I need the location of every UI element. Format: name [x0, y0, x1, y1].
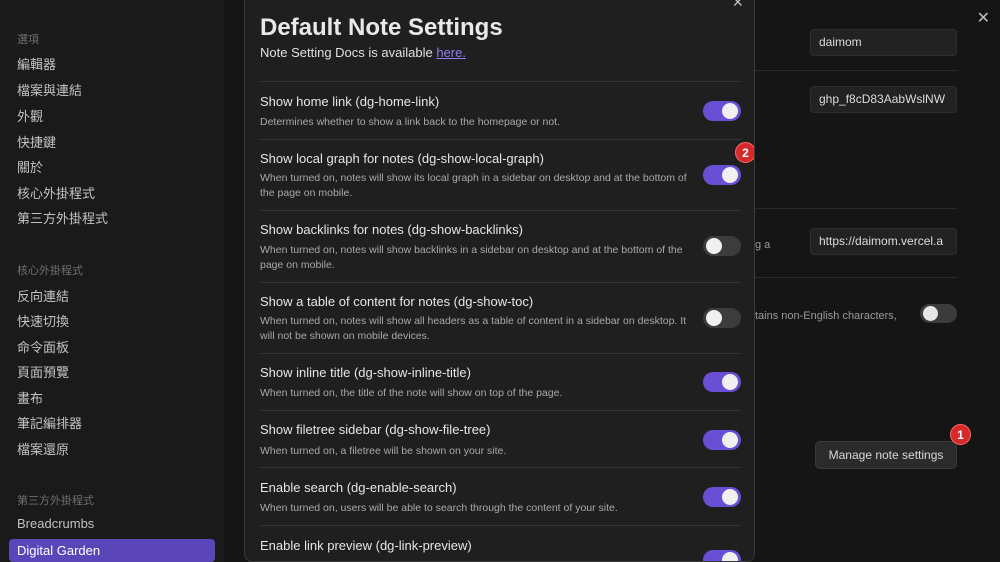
modal-title: Default Note Settings	[260, 14, 503, 41]
toggle-knob	[722, 552, 738, 561]
setting-name: Show local graph for notes (dg-show-loca…	[260, 151, 544, 166]
github-username-input[interactable]: daimom	[810, 29, 957, 56]
divider	[755, 208, 957, 209]
toggle-knob	[722, 103, 738, 119]
setting-row-file-tree: Show filetree sidebar (dg-show-file-tree…	[260, 410, 741, 467]
setting-description: When turned on, the title of the note wi…	[260, 387, 563, 399]
docs-link[interactable]: here.	[436, 45, 466, 60]
setting-row-search: Enable search (dg-enable-search) When tu…	[260, 467, 741, 525]
setting-row-inline-title: Show inline title (dg-show-inline-title)…	[260, 353, 741, 410]
setting-description: Determines whether to show a link back t…	[260, 116, 560, 128]
setting-name: Show inline title (dg-show-inline-title)	[260, 365, 471, 380]
docs-text: Note Setting Docs is available	[260, 45, 437, 60]
annotation-badge-1: 1	[950, 424, 971, 445]
sidebar-item-hotkeys[interactable]: 快捷鍵	[17, 132, 56, 151]
settings-sidebar: 選項 編輯器 檔案與連結 外觀 快捷鍵 關於 核心外掛程式 第三方外掛程式 核心…	[0, 0, 224, 562]
toggle-knob	[722, 374, 738, 390]
group-community-heading: 第三方外掛程式	[17, 495, 94, 507]
setting-name: Enable search (dg-enable-search)	[260, 480, 457, 495]
setting-description: When turned on, a filetree will be shown…	[260, 445, 507, 457]
setting-row-home-link: Show home link (dg-home-link) Determines…	[260, 81, 741, 139]
github-token-input[interactable]: ghp_f8cD83AabWslNW	[810, 86, 957, 113]
setting-description: When turned on, notes will show its loca…	[260, 172, 687, 199]
toggle-knob	[706, 238, 722, 254]
group-options-heading: 選項	[17, 34, 39, 46]
sidebar-item-quick-switcher[interactable]: 快速切換	[17, 311, 69, 330]
sidebar-item-file-recovery[interactable]: 檔案還原	[17, 439, 69, 458]
base-url-input[interactable]: https://daimom.vercel.a	[810, 228, 957, 255]
backlinks-toggle[interactable]	[703, 236, 741, 256]
setting-name: Show a table of content for notes (dg-sh…	[260, 294, 534, 309]
setting-row-backlinks: Show backlinks for notes (dg-show-backli…	[260, 210, 741, 282]
manage-note-settings-button[interactable]: Manage note settings	[815, 441, 957, 469]
partial-description: tains non-English characters,	[755, 310, 897, 322]
divider	[755, 70, 957, 71]
modal-close-icon[interactable]: ✕	[732, 0, 744, 11]
annotation-badge-2: 2	[735, 142, 754, 163]
sidebar-item-core-plugins[interactable]: 核心外掛程式	[17, 183, 95, 202]
search-toggle[interactable]	[703, 487, 741, 507]
sidebar-item-digital-garden[interactable]: Digital Garden	[9, 539, 215, 562]
setting-name: Show filetree sidebar (dg-show-file-tree…	[260, 422, 491, 437]
sidebar-item-appearance[interactable]: 外觀	[17, 106, 43, 125]
link-preview-toggle[interactable]	[703, 550, 741, 561]
local-graph-toggle[interactable]	[703, 165, 741, 185]
sidebar-item-files-links[interactable]: 檔案與連結	[17, 80, 82, 99]
sidebar-item-command-palette[interactable]: 命令面板	[17, 337, 69, 356]
sidebar-item-canvas[interactable]: 畫布	[17, 388, 43, 407]
setting-name: Show home link (dg-home-link)	[260, 94, 440, 109]
setting-description: When turned on, notes will show backlink…	[260, 244, 683, 271]
partial-description: g a	[755, 239, 771, 251]
setting-row-toc: Show a table of content for notes (dg-sh…	[260, 282, 741, 353]
divider	[755, 277, 957, 278]
sidebar-item-breadcrumbs[interactable]: Breadcrumbs	[17, 516, 94, 531]
setting-row-link-preview: Enable link preview (dg-link-preview)	[260, 525, 741, 561]
sidebar-item-page-preview[interactable]: 頁面預覽	[17, 362, 69, 381]
sidebar-item-community-plugins[interactable]: 第三方外掛程式	[17, 208, 108, 227]
setting-description: When turned on, users will be able to se…	[260, 502, 618, 514]
sidebar-item-about[interactable]: 關於	[17, 157, 43, 176]
close-icon[interactable]: ✕	[977, 8, 990, 28]
default-note-settings-modal: ✕ Default Note Settings Note Setting Doc…	[244, 0, 755, 562]
sidebar-item-backlinks[interactable]: 反向連結	[17, 286, 69, 305]
sidebar-item-editor[interactable]: 編輯器	[17, 54, 56, 73]
sidebar-item-note-composer[interactable]: 筆記編排器	[17, 413, 82, 432]
setting-row-local-graph: Show local graph for notes (dg-show-loca…	[260, 139, 741, 211]
toggle-knob	[722, 432, 738, 448]
inline-title-toggle[interactable]	[703, 372, 741, 392]
group-core-heading: 核心外掛程式	[17, 265, 83, 277]
setting-name: Enable link preview (dg-link-preview)	[260, 538, 472, 553]
slugify-toggle[interactable]	[920, 304, 957, 323]
toggle-knob	[706, 310, 722, 326]
setting-name: Show backlinks for notes (dg-show-backli…	[260, 222, 523, 237]
home-link-toggle[interactable]	[703, 101, 741, 121]
docs-line: Note Setting Docs is available here.	[260, 45, 466, 60]
setting-description: When turned on, notes will show all head…	[260, 315, 687, 342]
file-tree-toggle[interactable]	[703, 430, 741, 450]
toggle-knob	[722, 167, 738, 183]
toc-toggle[interactable]	[703, 308, 741, 328]
toggle-knob	[722, 489, 738, 505]
